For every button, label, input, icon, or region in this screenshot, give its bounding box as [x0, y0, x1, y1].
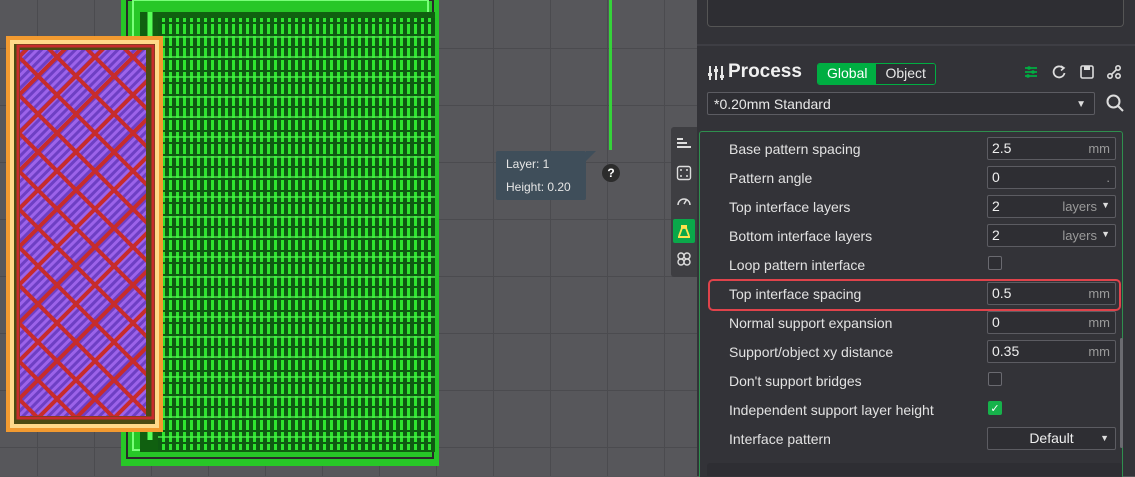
chevron-down-icon: ▼	[1100, 433, 1109, 443]
setting-label: Support/object xy distance	[729, 344, 894, 360]
unit-label: layers	[1062, 228, 1097, 243]
tooltip-layer: Layer: 1	[506, 157, 550, 171]
preset-value: *0.20mm Standard	[714, 96, 831, 112]
pattern-angle-input[interactable]: 0 .	[987, 166, 1116, 189]
setting-label: Normal support expansion	[729, 315, 893, 331]
process-icon	[707, 64, 725, 87]
help-icon[interactable]: ?	[602, 164, 620, 182]
chevron-down-icon[interactable]: ▼	[1101, 200, 1110, 210]
bottom-interface-layers-input[interactable]: 2 layers ▼	[987, 224, 1116, 247]
support-paint-icon[interactable]	[673, 161, 695, 185]
setting-row: Support/object xy distance 0.35 mm	[700, 337, 1120, 366]
setting-label: Interface pattern	[729, 431, 831, 447]
search-icon[interactable]	[1105, 93, 1125, 118]
unit-label: mm	[1088, 344, 1110, 359]
settings-panel: Process Global Object *0.20mm Standard ▼…	[697, 0, 1135, 477]
unit-label: mm	[1088, 141, 1110, 156]
unit-label: layers	[1062, 199, 1097, 214]
setting-row: Normal support expansion 0 mm	[700, 308, 1120, 337]
layer-tooltip: Layer: 1 Height: 0.20	[496, 151, 596, 200]
preset-dropdown[interactable]: *0.20mm Standard ▼	[707, 92, 1095, 115]
tooltip-height: Height: 0.20	[506, 180, 571, 194]
setting-label: Pattern angle	[729, 170, 813, 186]
unit-label: mm	[1088, 315, 1110, 330]
layers-icon[interactable]	[673, 131, 695, 155]
side-toolbar	[671, 127, 697, 277]
process-title: Process	[728, 61, 802, 82]
input-value: 2	[992, 198, 1000, 214]
tab-global[interactable]: Global	[818, 64, 877, 84]
setting-label: Loop pattern interface	[729, 257, 866, 273]
highlight-box	[708, 279, 1121, 311]
panel-divider	[697, 44, 1135, 46]
interface-pattern-dropdown[interactable]: Default ▼	[987, 427, 1116, 450]
input-value: 2.5	[992, 140, 1012, 156]
settings-list[interactable]: Base pattern spacing 2.5 mm Pattern angl…	[699, 131, 1123, 477]
loop-pattern-interface-checkbox[interactable]	[988, 256, 1002, 270]
seam-icon[interactable]	[673, 247, 695, 271]
setting-row: Loop pattern interface	[700, 250, 1120, 279]
setting-label: Independent support layer height	[729, 402, 934, 418]
chevron-down-icon[interactable]: ▼	[1101, 229, 1110, 239]
dropdown-value: Default	[1029, 430, 1074, 446]
dont-support-bridges-checkbox[interactable]	[988, 372, 1002, 386]
unit-label: .	[1106, 170, 1110, 185]
input-value: 0.35	[992, 343, 1020, 359]
base-pattern-spacing-input[interactable]: 2.5 mm	[987, 137, 1116, 160]
setting-row: Don't support bridges	[700, 366, 1120, 395]
process-mode-toggle: Global Object	[817, 63, 936, 85]
independent-support-layer-height-checkbox[interactable]: ✓	[988, 401, 1002, 415]
normal-support-expansion-input[interactable]: 0 mm	[987, 311, 1116, 334]
support-tree-icon[interactable]	[673, 219, 695, 243]
tab-object[interactable]: Object	[876, 64, 935, 84]
setting-label: Bottom interface layers	[729, 228, 873, 244]
next-panel-box	[707, 463, 1122, 476]
setting-row: Base pattern spacing 2.5 mm	[700, 134, 1120, 163]
setting-row: Top interface layers 2 layers ▼	[700, 192, 1120, 221]
input-value: 2	[992, 227, 1000, 243]
reset-icon[interactable]	[1050, 64, 1068, 84]
setting-label: Base pattern spacing	[729, 141, 861, 157]
top-interface-layers-input[interactable]: 2 layers ▼	[987, 195, 1116, 218]
speed-gauge-icon[interactable]	[673, 189, 695, 213]
layer-slider-line[interactable]	[609, 0, 612, 150]
3d-viewport[interactable]: Layer: 1 Height: 0.20 ?	[0, 0, 697, 476]
setting-row: Independent support layer height ✓	[700, 395, 1120, 424]
print-preview-scene	[6, 0, 439, 466]
setting-row: Pattern angle 0 .	[700, 163, 1120, 192]
previous-panel-box	[707, 0, 1124, 27]
save-icon[interactable]	[1078, 64, 1096, 84]
support-object-xy-distance-input[interactable]: 0.35 mm	[987, 340, 1116, 363]
setting-row: Interface pattern Default ▼	[700, 424, 1120, 453]
input-value: 0	[992, 314, 1000, 330]
setting-row: Bottom interface layers 2 layers ▼	[700, 221, 1120, 250]
settings-scrollbar[interactable]	[1120, 338, 1123, 448]
input-value: 0	[992, 169, 1000, 185]
setting-label: Top interface layers	[729, 199, 851, 215]
chevron-down-icon: ▼	[1076, 99, 1086, 110]
settings-icon[interactable]	[1105, 64, 1123, 84]
compare-icon[interactable]	[1022, 64, 1040, 84]
setting-label: Don't support bridges	[729, 373, 862, 389]
